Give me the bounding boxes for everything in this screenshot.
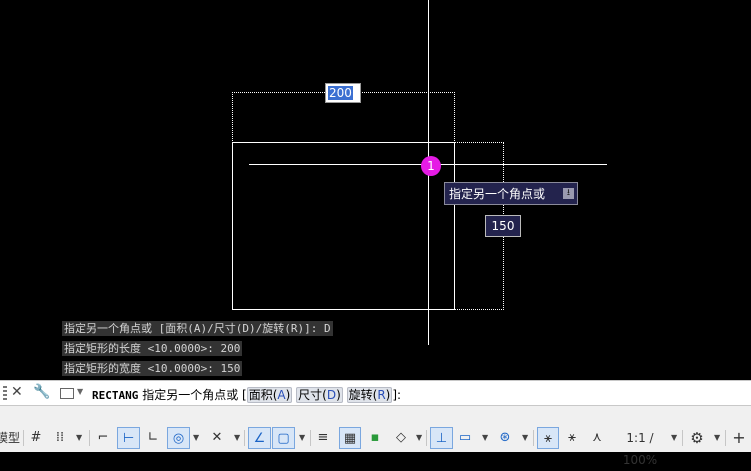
chevron-down-icon[interactable]: ▼ [234, 427, 240, 449]
dynamic-input-icon[interactable]: ⊢ [117, 427, 140, 449]
infer-constraints-icon[interactable]: ⌐ [94, 427, 112, 449]
drawing-canvas[interactable]: 200 1 指定另一个角点或 ⭳ 150 指定另一个角点或 [面积(A)/尺寸(… [0, 0, 751, 380]
grid-icon[interactable]: # [27, 427, 45, 449]
gear-icon[interactable]: ⚙ [687, 427, 707, 449]
selection-cycling-icon[interactable]: ▪ [366, 427, 384, 449]
width-input[interactable]: 150 [485, 215, 521, 237]
command-name: RECTANG [92, 389, 139, 402]
grip-marker[interactable]: 1 [421, 156, 441, 176]
annotation-visibility-icon[interactable]: ⚹ [537, 427, 559, 449]
gizmo-icon[interactable]: ⊛ [496, 427, 514, 449]
command-line[interactable]: ✕ 🔧 ▼ RECTANG 指定另一个角点或 [面积(A) 尺寸(D) 旋转(R… [0, 380, 751, 406]
wrench-icon[interactable]: 🔧 [33, 384, 50, 400]
history-line-1: 指定另一个角点或 [面积(A)/尺寸(D)/旋转(R)]: D [62, 321, 333, 336]
tooltip-text: 指定另一个角点或 [449, 187, 546, 201]
scale-display[interactable]: 1:1 / 100% [611, 427, 669, 467]
length-input[interactable]: 200 [325, 83, 361, 103]
ucs-icon[interactable]: ⊥ [430, 427, 453, 449]
ortho-icon[interactable]: ∟ [144, 427, 162, 449]
snap-dots-icon[interactable]: ⁞⁞ [51, 427, 69, 449]
transparency-icon[interactable]: ▦ [339, 427, 361, 449]
status-bar: 模型 # ⁞⁞ ▼ ⌐ ⊢ ∟ ◎ ▼ ✕ ▼ ∠ ▢ ▼ ≡ ▦ ▪ ◇ ▼ … [0, 406, 751, 467]
history-line-3: 指定矩形的宽度 <10.0000>: 150 [62, 361, 243, 376]
option-rotate[interactable]: 旋转(R) [346, 387, 393, 403]
rectangle-command-icon[interactable] [60, 388, 74, 399]
isodraft-icon[interactable]: ✕ [208, 427, 226, 449]
grip-handle-icon[interactable] [3, 386, 7, 400]
lineweight-icon[interactable]: ≡ [314, 427, 332, 449]
length-input-value: 200 [328, 86, 353, 100]
polar-tracking-icon[interactable]: ◎ [167, 427, 190, 449]
close-icon[interactable]: ✕ [11, 384, 23, 400]
chevron-down-icon[interactable]: ▼ [416, 427, 422, 449]
download-arrow-icon[interactable]: ⭳ [563, 188, 574, 199]
3d-object-snap-icon[interactable]: ◇ [392, 427, 410, 449]
auto-scale-icon[interactable]: ⚹ [563, 427, 581, 449]
chevron-down-icon[interactable]: ▼ [299, 427, 305, 449]
model-tab[interactable]: 模型 [0, 427, 20, 449]
chevron-down-icon[interactable]: ▼ [714, 427, 720, 449]
chevron-down-icon[interactable]: ▼ [671, 427, 677, 449]
chevron-down-icon[interactable]: ▼ [482, 427, 488, 449]
command-prompt-text: 指定另一个角点或 [142, 388, 239, 402]
close-bracket: ]: [392, 388, 402, 402]
chevron-down-icon[interactable]: ▼ [522, 427, 528, 449]
dynamic-input-tooltip: 指定另一个角点或 ⭳ [444, 182, 578, 205]
command-prompt: RECTANG 指定另一个角点或 [面积(A) 尺寸(D) 旋转(R)]: [92, 386, 401, 403]
option-dimension[interactable]: 尺寸(D) [296, 387, 343, 403]
chevron-down-icon[interactable]: ▼ [77, 387, 83, 396]
annotation-monitor-icon[interactable]: ▭ [456, 427, 474, 449]
history-line-2: 指定矩形的长度 <10.0000>: 200 [62, 341, 243, 356]
object-snap-tracking-icon[interactable]: ∠ [248, 427, 271, 449]
chevron-down-icon[interactable]: ▼ [193, 427, 199, 449]
annotation-scale-icon[interactable]: ⋏ [588, 427, 606, 449]
chevron-down-icon[interactable]: ▼ [76, 427, 82, 449]
option-area[interactable]: 面积(A) [246, 387, 293, 403]
object-snap-icon[interactable]: ▢ [272, 427, 295, 449]
plus-icon[interactable]: + [729, 427, 749, 449]
